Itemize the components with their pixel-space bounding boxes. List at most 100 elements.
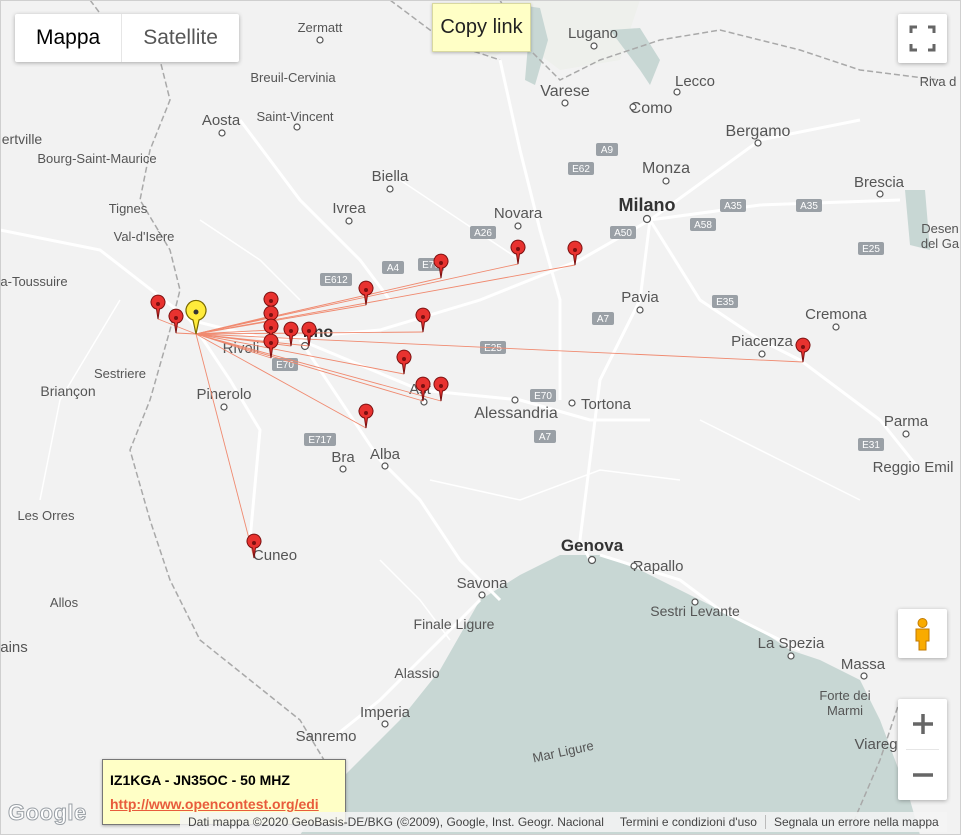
road-shield: A35 [796,199,822,212]
road-shield: E35 [712,295,738,308]
svg-text:A7: A7 [597,314,610,325]
road-shield: E31 [858,438,884,451]
svg-text:E717: E717 [308,435,332,446]
svg-text:A4: A4 [387,263,400,274]
road-shield: E612 [320,273,352,286]
road-shield: A7 [592,312,614,325]
place-label: Genova [561,536,624,555]
station-info-title: IZ1KGA - JN35OC - 50 MHZ [110,772,290,788]
svg-text:E62: E62 [572,164,590,175]
map-type-map-button[interactable]: Mappa [15,14,121,62]
svg-text:E31: E31 [862,440,880,451]
place-label: Varese [540,83,590,100]
pegman-icon [915,618,930,651]
map-canvas[interactable]: Zermatt Lugano Breuil-Cervinia Varese Le… [0,0,961,835]
place-label: Allos [50,595,79,610]
place-label: Tignes [109,201,148,216]
place-label: a-Toussuire [0,274,67,289]
google-logo: Google [8,800,87,826]
place-label: Bra [331,449,355,466]
place-label: Val-d'Isère [114,229,175,244]
place-label: Reggio Emil [873,459,954,476]
road-shield: E70 [530,389,556,402]
place-label: del Ga [921,236,960,251]
terms-link[interactable]: Termini e condizioni d'uso [612,815,765,829]
place-label: Les Orres [17,508,75,523]
place-label: Riva d [920,74,957,89]
place-label: Alassio [394,665,439,681]
place-label: Alba [370,446,401,463]
svg-text:A50: A50 [614,228,632,239]
place-label: Imperia [360,704,411,721]
place-label: Rapallo [633,558,684,575]
copy-link-button[interactable]: Copy link [432,3,531,52]
zoom-out-button[interactable] [898,750,947,800]
place-label: Cuneo [253,547,297,564]
road-shield: A26 [470,226,496,239]
svg-text:E612: E612 [324,275,348,286]
place-label: Bergamo [726,123,791,140]
place-label: Briançon [40,383,95,399]
place-label: Saint-Vincent [256,109,333,124]
place-label: Viareg [854,736,897,753]
road-shield: A50 [610,226,636,239]
svg-text:E70: E70 [534,391,552,402]
place-label: La Spezia [758,635,825,652]
svg-text:E35: E35 [716,297,734,308]
svg-text:E25: E25 [484,343,502,354]
road-shield: A35 [720,199,746,212]
place-label: Massa [841,656,886,673]
opencontest-link[interactable]: http://www.opencontest.org/edi [110,796,319,812]
svg-text:A9: A9 [601,145,614,156]
fullscreen-button[interactable] [898,14,947,63]
place-label: Parma [884,413,929,430]
place-label: Pavia [621,289,659,306]
place-label: Bourg-Saint-Maurice [37,151,156,166]
road-shield: E25 [858,242,884,255]
road-shield: A58 [690,218,716,231]
zoom-out-icon [912,773,933,777]
road-shield: E62 [568,162,594,175]
place-label: Marmi [827,703,863,718]
map-type-control: Mappa Satellite [15,14,239,62]
place-label: Brescia [854,174,905,191]
place-label: Zermatt [298,20,343,35]
svg-text:E70: E70 [276,360,294,371]
svg-text:E25: E25 [862,244,880,255]
place-label: Desen [921,221,959,236]
road-shield: A4 [382,261,404,274]
place-label: Novara [494,205,543,222]
street-view-button[interactable] [898,609,947,658]
place-label: Forte dei [819,688,870,703]
zoom-in-button[interactable] [898,699,947,749]
place-label: Monza [642,160,690,177]
place-label: Aosta [202,112,241,129]
place-label: ains [0,639,28,656]
place-label: Tortona [581,396,632,413]
place-label: Finale Ligure [414,616,495,632]
attribution-data: Dati mappa ©2020 GeoBasis-DE/BKG (©2009)… [188,815,604,829]
place-label: Ivrea [332,200,366,217]
zoom-in-icon [912,714,933,734]
place-label: Sestriere [94,366,146,381]
place-label: Milano [619,195,676,215]
report-error-link[interactable]: Segnala un errore nella mappa [766,815,947,829]
road-shield: E717 [304,433,336,446]
map-attribution: Dati mappa ©2020 GeoBasis-DE/BKG (©2009)… [180,812,947,832]
place-label: Savona [457,575,509,592]
map-type-satellite-button[interactable]: Satellite [122,14,239,62]
place-label: Sanremo [296,728,357,745]
fullscreen-icon [909,25,936,52]
road-shield: A7 [534,430,556,443]
place-label: ertville [2,131,43,147]
svg-text:A7: A7 [539,432,552,443]
svg-text:A35: A35 [800,201,818,212]
place-label: Biella [372,168,409,185]
place-label: Pinerolo [196,386,251,403]
svg-text:A26: A26 [474,228,492,239]
place-label: Alessandria [474,405,558,422]
place-label: Lecco [675,73,715,90]
zoom-control [898,699,947,800]
svg-text:A58: A58 [694,220,712,231]
place-label: Cremona [805,306,867,323]
